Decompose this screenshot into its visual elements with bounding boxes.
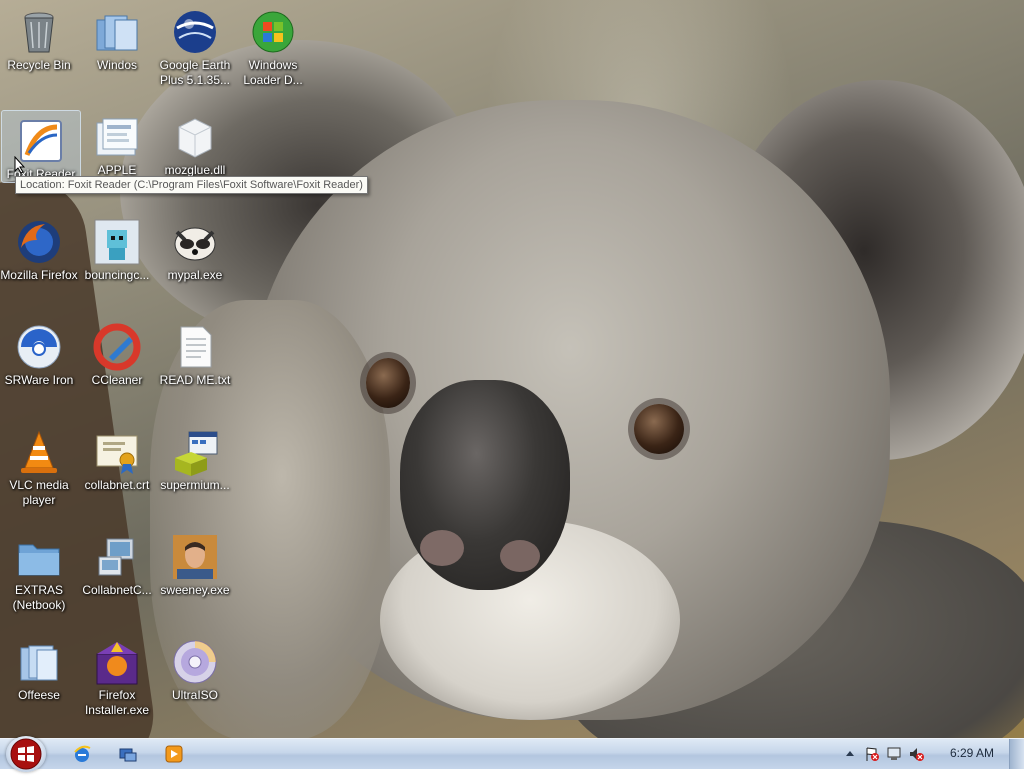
desktop-icon-offeese[interactable]: Offeese [0,632,78,703]
ccleaner-icon [93,323,141,371]
desktop-icon-label: CCleaner [91,373,143,387]
desktop-icon-label: Windows Loader D... [243,58,303,87]
desktop-icon-recycle-bin[interactable]: Recycle Bin [0,2,78,73]
firefox-installer-icon [93,638,141,686]
desktop-icon-windows-loader[interactable]: Windows Loader D... [234,2,312,88]
firefox-icon [15,218,63,266]
location-tooltip: Location: Foxit Reader (C:\Program Files… [15,176,368,194]
bouncingc-image-icon [93,218,141,266]
google-earth-icon [171,8,219,56]
internet-explorer-icon[interactable] [72,744,92,764]
koala-nostril [500,540,540,572]
desktop-icon-label: Google Earth Plus 5.1.35... [159,58,231,87]
desktop-icon-label: Recycle Bin [7,58,71,72]
desktop-icon-label: CollabnetC... [82,583,152,597]
recycle-bin-icon [15,8,63,56]
desktop-icon-mozilla-firefox[interactable]: Mozilla Firefox [0,212,78,283]
dll-file-icon [171,113,219,161]
desktop-icon-mozglue-dll[interactable]: mozglue.dll [156,107,234,178]
taskbar: 6:29 AM [0,736,1024,772]
folder-libraries-icon [15,638,63,686]
desktop-icon-label: supermium... [160,478,230,492]
installer-icon [171,428,219,476]
koala-nostril [420,530,464,566]
sweeney-photo-icon [171,533,219,581]
desktop-icon-firefox-installer[interactable]: Firefox Installer.exe [78,632,156,718]
folder-libraries-icon [93,8,141,56]
mypal-icon [171,218,219,266]
desktop-icon-readme[interactable]: READ ME.txt [156,317,234,388]
windows-loader-icon [249,8,297,56]
koala-eye [634,404,684,454]
desktop-icon-windos[interactable]: Windos [78,2,156,73]
desktop-icon-sweeney[interactable]: sweeney.exe [156,527,234,598]
desktop-icon-label: READ ME.txt [159,373,231,387]
action-center-flag-icon[interactable] [864,746,880,762]
desktop-icon-collabnet-crt[interactable]: collabnet.crt [78,422,156,493]
desktop-icon-label: bouncingc... [84,268,150,282]
desktop-icon-supermium[interactable]: supermium... [156,422,234,493]
desktop-icon-label: SRWare Iron [4,373,74,387]
desktop-icon-label: VLC media player [9,478,69,507]
desktop-icon-mypal[interactable]: mypal.exe [156,212,234,283]
volume-muted-icon[interactable] [908,746,924,762]
show-hidden-icons-chevron[interactable] [842,746,858,762]
mouse-cursor-icon [14,155,26,174]
show-desktop-icon[interactable] [118,744,138,764]
desktop-icon-label: sweeney.exe [160,583,230,597]
show-desktop-button[interactable] [1009,739,1024,769]
certificate-icon [93,428,141,476]
desktop-icon-foxit-reader[interactable]: Foxit Reader [1,110,81,183]
desktop-icon-apple[interactable]: APPLE [78,107,156,178]
desktop-icon-ccleaner[interactable]: CCleaner [78,317,156,388]
desktop-icon-vlc[interactable]: VLC media player [0,422,78,508]
srware-iron-icon [15,323,63,371]
desktop-icon-srware-iron[interactable]: SRWare Iron [0,317,78,388]
folder-icon [15,533,63,581]
apple-folder-icon [93,113,141,161]
media-player-icon[interactable] [164,744,184,764]
text-file-icon [171,323,219,371]
ultraiso-icon [171,638,219,686]
desktop-icon-collabnetc[interactable]: CollabnetC... [78,527,156,598]
desktop-icon-label: Windos [96,58,137,72]
desktop-icon-extras-netbook[interactable]: EXTRAS (Netbook) [0,527,78,613]
start-button[interactable] [6,736,46,772]
desktop-icon-label: EXTRAS (Netbook) [12,583,66,612]
desktop-icon-ultraiso[interactable]: UltraISO [156,632,234,703]
network-icon[interactable] [886,746,902,762]
start-button-icon [10,738,42,770]
taskbar-clock[interactable]: 6:29 AM [950,746,994,760]
collabnet-icon [93,533,141,581]
desktop-icon-google-earth[interactable]: Google Earth Plus 5.1.35... [156,2,234,88]
vlc-icon [15,428,63,476]
desktop-icon-bouncingc[interactable]: bouncingc... [78,212,156,283]
koala-eye [366,358,410,408]
desktop-icon-label: mypal.exe [167,268,223,282]
desktop-icon-label: Firefox Installer.exe [84,688,150,717]
system-tray: 6:29 AM [834,739,1024,769]
desktop-icon-label: collabnet.crt [84,478,150,492]
desktop-icon-label: Offeese [18,688,60,702]
desktop-icon-label: UltraISO [171,688,218,702]
desktop-icon-label: Mozilla Firefox [0,268,78,282]
